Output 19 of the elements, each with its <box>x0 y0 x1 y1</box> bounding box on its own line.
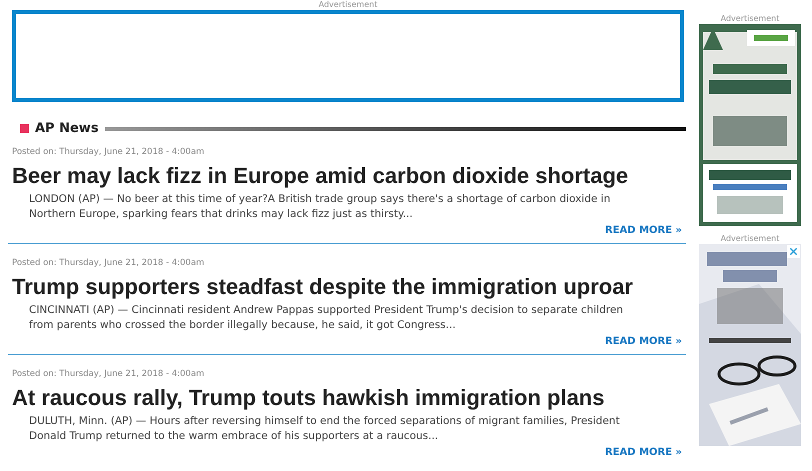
posted-date: Posted on: Thursday, June 21, 2018 - 4:00am <box>12 256 206 268</box>
article-headline[interactable]: Beer may lack fizz in Europe amid carbon dioxide shortage <box>12 160 682 190</box>
article-summary: DULUTH, Minn. (AP) — Hours after reversing himself to end the forced separations of migrant families, President Donald Trump returned to the warm embrace of his supporters at a raucous... <box>28 414 621 444</box>
article-headline[interactable]: Trump supporters steadfast despite the immigration uproar <box>12 272 682 302</box>
close-button[interactable] <box>787 245 800 258</box>
posted-date: Posted on: Thursday, June 21, 2018 - 4:00am <box>12 368 206 380</box>
section-title: AP News <box>35 120 99 138</box>
article-summary: CINCINNATI (AP) — Cincinnati resident Andrew Pappas supported President Trump's decision to separate children from parents who crossed the border illegally because, he said, it got Congress... <box>28 302 624 332</box>
square-icon <box>20 124 29 134</box>
advertisement-label: Advertisement <box>720 234 780 244</box>
advertisement-label: Advertisement <box>720 14 780 24</box>
read-more-link[interactable]: READ MORE » <box>605 224 682 238</box>
close-icon <box>788 246 799 257</box>
posted-date: Posted on: Thursday, June 21, 2018 - 4:00am <box>12 146 206 158</box>
article-summary: LONDON (AP) — No beer at this time of year?A British trade group says there's a shortage of carbon dioxide in Northern Europe, sparking fears that drinks may lack fizz just as thirsty... <box>28 192 612 222</box>
read-more-link[interactable]: READ MORE » <box>605 446 682 460</box>
advertisement-label: Advertisement <box>318 0 378 10</box>
article-headline[interactable]: At raucous rally, Trump touts hawkish immigration plans <box>12 382 682 412</box>
read-more-link[interactable]: READ MORE » <box>605 334 682 348</box>
